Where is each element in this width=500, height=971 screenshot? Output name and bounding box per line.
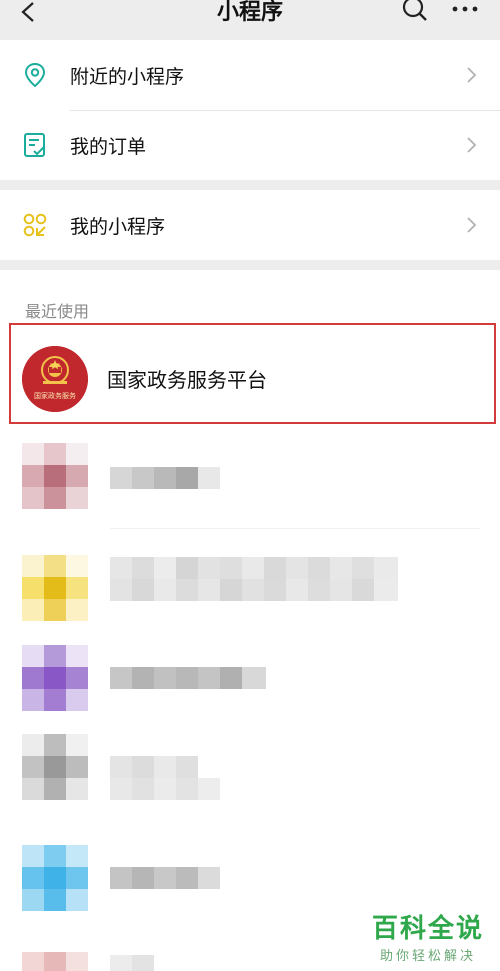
menu-item-nearby[interactable]: 附近的小程序 (0, 40, 500, 110)
recent-item-icon-blurred[interactable] (22, 845, 88, 911)
recent-item-label-blurred (110, 579, 398, 601)
recent-item-label-blurred (110, 467, 220, 489)
recent-item-icon-blurred[interactable] (22, 645, 88, 711)
recent-item-label-blurred (110, 557, 398, 579)
order-list-icon (20, 130, 50, 160)
recent-item-label-blurred (110, 667, 266, 689)
recent-item-icon-blurred[interactable] (22, 952, 88, 971)
menu-item-orders[interactable]: 我的订单 (0, 110, 500, 180)
mini-program-icon (20, 210, 50, 240)
search-button[interactable] (400, 0, 430, 26)
divider (110, 528, 480, 529)
recent-item-label-blurred (110, 778, 220, 800)
nav-bar: 小程序 (0, 0, 500, 38)
more-icon (452, 6, 478, 12)
location-pin-icon (20, 60, 50, 90)
more-button[interactable] (450, 0, 480, 24)
menu-item-my-mini-programs[interactable]: 我的小程序 (0, 190, 500, 260)
emblem-caption: 国家政务服务 (34, 392, 76, 400)
watermark: 百科全说 助你轻松解决 (372, 908, 484, 964)
menu-group-mine: 我的小程序 (0, 190, 500, 260)
menu-item-label: 附近的小程序 (70, 65, 185, 88)
section-title-recent: 最近使用 (25, 302, 90, 321)
recent-item-label-blurred (110, 955, 154, 971)
recent-item-gov-service[interactable]: 国家政务服务 (22, 346, 88, 412)
chevron-right-icon (467, 67, 477, 83)
search-icon (402, 0, 427, 21)
watermark-brand: 百科全说 (372, 914, 485, 944)
recent-item-icon-blurred[interactable] (22, 443, 88, 509)
chevron-right-icon (467, 217, 477, 233)
recent-item-label-blurred (110, 867, 220, 889)
national-emblem-icon: 国家政务服务 (22, 346, 88, 412)
menu-item-label: 我的订单 (70, 135, 147, 158)
app-name: 国家政务服务平台 (107, 368, 267, 392)
recent-item-icon-blurred[interactable] (22, 555, 88, 621)
recent-item-label-blurred (110, 756, 198, 778)
menu-group-primary: 附近的小程序 我的订单 (0, 40, 500, 180)
recent-item-icon-blurred[interactable] (22, 734, 88, 800)
menu-item-label: 我的小程序 (70, 215, 166, 238)
watermark-tagline: 助你轻松解决 (380, 949, 477, 964)
chevron-right-icon (467, 137, 477, 153)
